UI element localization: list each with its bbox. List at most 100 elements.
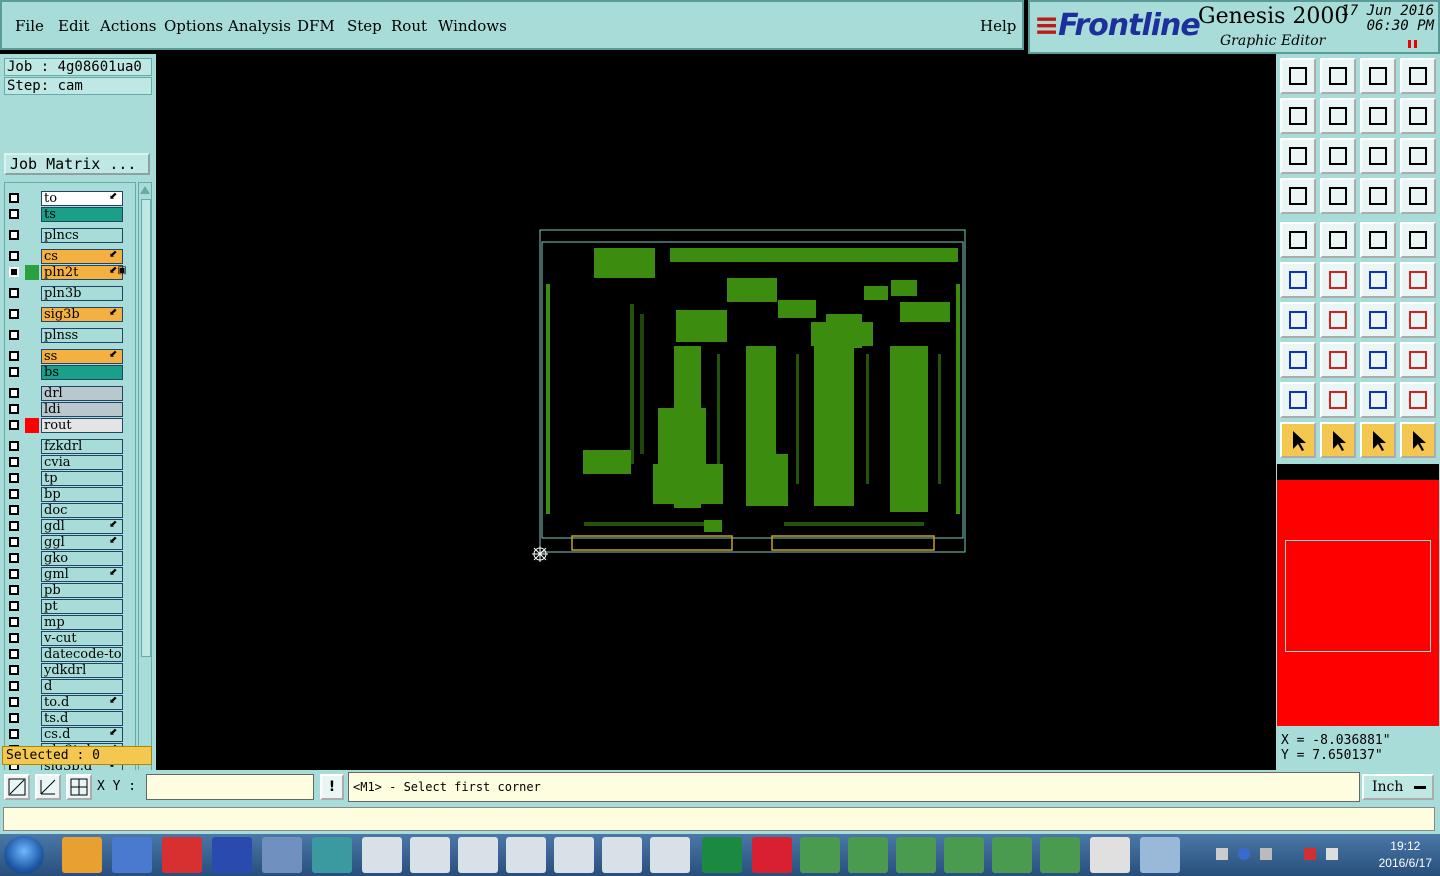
layer-checkbox[interactable] bbox=[9, 681, 19, 691]
layer-row-fzkdrl[interactable]: fzkdrl bbox=[5, 439, 135, 454]
layer-name[interactable]: drl bbox=[41, 386, 123, 401]
layer-checkbox[interactable] bbox=[9, 505, 19, 515]
select-arrow-icon[interactable] bbox=[1280, 422, 1316, 458]
pan-left-icon[interactable] bbox=[1280, 98, 1316, 134]
layer-checkbox[interactable] bbox=[9, 601, 19, 611]
triangle-icon[interactable] bbox=[1280, 382, 1316, 418]
circle-icon[interactable] bbox=[1400, 222, 1436, 258]
layer-checkbox[interactable] bbox=[9, 388, 19, 398]
layer-checkbox[interactable] bbox=[9, 209, 19, 219]
layer-checkbox[interactable] bbox=[9, 697, 19, 707]
settings-icon[interactable] bbox=[1280, 178, 1316, 214]
layer-row-cs-d[interactable]: cs.d ⬋ bbox=[5, 727, 135, 742]
taskbar-window-icon[interactable] bbox=[458, 837, 498, 873]
taskbar-pdf-icon[interactable] bbox=[1090, 837, 1130, 873]
layer-row-ldi[interactable]: ldi bbox=[5, 402, 135, 417]
layer-name[interactable]: gko bbox=[41, 551, 123, 566]
line-icon[interactable] bbox=[1360, 262, 1396, 298]
layer-name[interactable]: mp bbox=[41, 615, 123, 630]
layer-row-gko[interactable]: gko bbox=[5, 551, 135, 566]
layer-row-ss[interactable]: ss ⬋ bbox=[5, 349, 135, 364]
layer-checkbox[interactable] bbox=[9, 665, 19, 675]
taskbar-window-icon[interactable] bbox=[650, 837, 690, 873]
layers-icon[interactable] bbox=[1360, 178, 1396, 214]
layer-name[interactable]: tp bbox=[41, 471, 123, 486]
select-area-icon[interactable] bbox=[1360, 422, 1396, 458]
zoom-in-icon[interactable] bbox=[1280, 138, 1316, 174]
layer-name[interactable]: doc bbox=[41, 503, 123, 518]
triangle-up-icon[interactable] bbox=[1320, 382, 1356, 418]
layer-row-to-d[interactable]: to.d ⬋ bbox=[5, 695, 135, 710]
layer-checkbox[interactable] bbox=[9, 649, 19, 659]
pad-icon[interactable] bbox=[1280, 222, 1316, 258]
delete-icon[interactable] bbox=[1320, 262, 1356, 298]
layer-row-v-cut[interactable]: v-cut bbox=[5, 631, 135, 646]
layer-name[interactable]: ydkdrl bbox=[41, 663, 123, 678]
layer-checkbox[interactable] bbox=[9, 251, 19, 261]
menu-edit[interactable]: Edit bbox=[58, 17, 89, 35]
layer-checkbox[interactable] bbox=[9, 553, 19, 563]
layer-checkbox[interactable] bbox=[9, 489, 19, 499]
units-select[interactable]: Inch bbox=[1362, 774, 1434, 800]
layer-row-gdl[interactable]: gdl ⬋ bbox=[5, 519, 135, 534]
layer-checkbox[interactable] bbox=[9, 193, 19, 203]
taskbar-window-icon[interactable] bbox=[362, 837, 402, 873]
layer-checkbox[interactable] bbox=[9, 330, 19, 340]
overview-map[interactable] bbox=[1277, 480, 1439, 726]
layer-row-pb[interactable]: pb bbox=[5, 583, 135, 598]
layer-row-pln3b[interactable]: pln3b bbox=[5, 286, 135, 301]
ruler-icon[interactable] bbox=[1360, 222, 1396, 258]
connect-icon[interactable] bbox=[1280, 262, 1316, 298]
layer-checkbox[interactable] bbox=[9, 309, 19, 319]
menu-analysis[interactable]: Analysis bbox=[228, 17, 291, 35]
taskbar-app-shell-icon[interactable] bbox=[62, 837, 102, 873]
scale-icon[interactable] bbox=[1360, 138, 1396, 174]
layer-name[interactable]: pb bbox=[41, 583, 123, 598]
copy-icon[interactable] bbox=[1400, 342, 1436, 378]
taskbar-window-icon[interactable] bbox=[554, 837, 594, 873]
grid-icon[interactable] bbox=[1320, 178, 1356, 214]
pan-right-icon[interactable] bbox=[1320, 98, 1356, 134]
rotate-icon[interactable] bbox=[1360, 302, 1396, 338]
taskbar-app-window-icon[interactable] bbox=[1140, 837, 1180, 873]
layer-name[interactable]: datecode-to bbox=[41, 647, 123, 662]
layer-name[interactable]: plnss bbox=[41, 328, 123, 343]
measure-icon[interactable] bbox=[1360, 342, 1396, 378]
layer-checkbox[interactable] bbox=[9, 367, 19, 377]
move-icon[interactable] bbox=[1280, 342, 1316, 378]
polygon-icon[interactable] bbox=[1320, 222, 1356, 258]
layer-checkbox[interactable] bbox=[9, 617, 19, 627]
snap-angle-icon[interactable] bbox=[35, 774, 61, 800]
taskbar-window-icon[interactable] bbox=[506, 837, 546, 873]
layer-row-to[interactable]: to ⬋ bbox=[5, 191, 135, 206]
layer-checkbox[interactable] bbox=[9, 420, 19, 430]
help-tray-icon[interactable] bbox=[1238, 848, 1250, 860]
network-icon[interactable] bbox=[1260, 848, 1272, 860]
taskbar-excel-icon[interactable] bbox=[896, 837, 936, 873]
menu-step[interactable]: Step bbox=[347, 17, 382, 35]
menu-file[interactable]: File bbox=[15, 17, 44, 35]
layer-checkbox[interactable] bbox=[9, 404, 19, 414]
start-button[interactable] bbox=[4, 836, 44, 874]
scroll-up-icon[interactable] bbox=[140, 186, 150, 194]
menu-windows[interactable]: Windows bbox=[438, 17, 507, 35]
layer-name[interactable]: bs bbox=[41, 365, 123, 380]
minus-icon[interactable] bbox=[1320, 342, 1356, 378]
layer-scrollbar[interactable] bbox=[138, 182, 152, 796]
help-icon[interactable] bbox=[1400, 138, 1436, 174]
layer-checkbox[interactable] bbox=[9, 537, 19, 547]
layer-row-ts[interactable]: ts bbox=[5, 207, 135, 222]
layer-checkbox[interactable] bbox=[9, 633, 19, 643]
zoom-fit-icon[interactable] bbox=[1320, 58, 1356, 94]
layer-row-ggl[interactable]: ggl ⬋ bbox=[5, 535, 135, 550]
layer-row-mp[interactable]: mp bbox=[5, 615, 135, 630]
layer-checkbox[interactable] bbox=[9, 521, 19, 531]
menu-dfm[interactable]: DFM bbox=[297, 17, 335, 35]
monitor-icon[interactable] bbox=[1326, 848, 1338, 860]
layer-row-plnss[interactable]: plnss bbox=[5, 328, 135, 343]
layer-checkbox[interactable] bbox=[9, 473, 19, 483]
layer-row-gml[interactable]: gml ⬋ bbox=[5, 567, 135, 582]
window-icon[interactable] bbox=[1400, 58, 1436, 94]
zoom-out-icon[interactable] bbox=[1320, 138, 1356, 174]
slash-icon[interactable] bbox=[1320, 302, 1356, 338]
